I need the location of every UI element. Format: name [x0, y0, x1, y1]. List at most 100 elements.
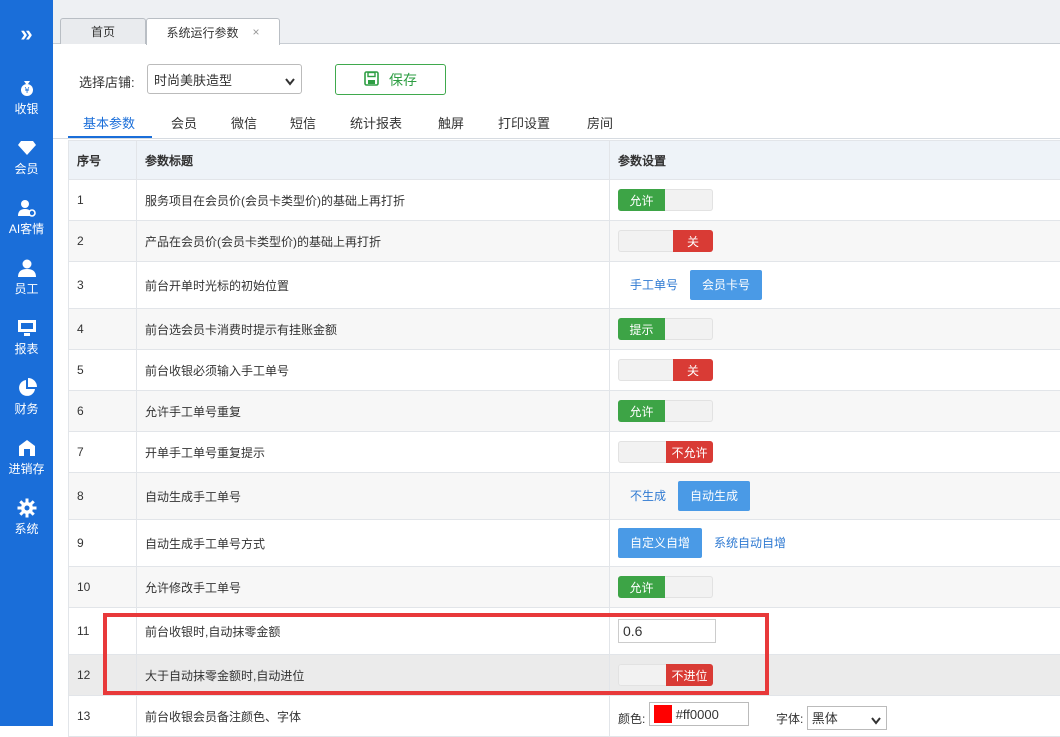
row-setting: 手工单号 会员卡号 — [610, 262, 1060, 309]
close-icon[interactable]: × — [253, 25, 260, 39]
tab-wechat[interactable]: 微信 — [231, 113, 257, 132]
cashier-icon: ¥ — [17, 78, 37, 98]
toggle-on-label: 允许 — [618, 576, 665, 598]
sidebar-item-finance[interactable]: 财务 — [0, 367, 53, 427]
save-button-label: 保存 — [389, 70, 417, 90]
toggle-off-label: 关 — [673, 230, 713, 252]
row-setting: 不生成 自动生成 — [610, 473, 1060, 520]
table-row: 12 大于自动抹零金额时,自动进位 不进位 — [69, 655, 1060, 696]
row-title: 自动生成手工单号方式 — [137, 520, 610, 567]
segment-option[interactable]: 手工单号 — [618, 270, 690, 300]
toggle-switch[interactable]: 提示 — [618, 318, 713, 340]
row-setting: 允许 — [610, 567, 1060, 608]
tab-label: 系统运行参数 — [166, 24, 238, 41]
round-off-amount-input[interactable] — [618, 619, 716, 643]
tab-print-settings[interactable]: 打印设置 — [498, 113, 550, 132]
segment-option[interactable]: 不生成 — [618, 481, 678, 511]
row-title: 自动生成手工单号 — [137, 473, 610, 520]
table-row: 9 自动生成手工单号方式 自定义自增 系统自动自增 — [69, 520, 1060, 567]
sidebar-item-member[interactable]: 会员 — [0, 127, 53, 187]
sidebar-expand-toggle[interactable]: » — [0, 0, 53, 67]
save-icon — [364, 71, 389, 89]
row-title: 允许手工单号重复 — [137, 391, 610, 432]
toggle-switch[interactable]: 允许 — [618, 576, 713, 598]
save-button[interactable]: 保存 — [335, 64, 446, 95]
tab-home[interactable]: 首页 — [60, 18, 146, 44]
pie-chart-icon — [17, 378, 37, 398]
toggle-switch[interactable]: 关 — [618, 359, 713, 381]
font-label: 字体: — [776, 712, 803, 726]
tab-sms[interactable]: 短信 — [290, 113, 316, 132]
row-setting: 关 — [610, 350, 1060, 391]
store-select-label: 选择店铺: — [79, 72, 135, 91]
row-no: 1 — [69, 180, 137, 221]
store-select-value: 时尚美肤造型 — [154, 70, 232, 89]
toggle-on-label: 允许 — [618, 400, 665, 422]
toggle-on-label: 提示 — [618, 318, 665, 340]
double-chevron-right-icon: » — [20, 21, 32, 47]
row-no: 10 — [69, 567, 137, 608]
table-row: 11 前台收银时,自动抹零金额 — [69, 608, 1060, 655]
row-setting: 颜色: #ff0000 字体: 黑体 — [610, 696, 1060, 737]
toggle-switch[interactable]: 关 — [618, 230, 713, 252]
table-row: 4 前台选会员卡消费时提示有挂账金额 提示 — [69, 309, 1060, 350]
table-row: 6 允许手工单号重复 允许 — [69, 391, 1060, 432]
toggle-switch[interactable]: 允许 — [618, 189, 713, 211]
sidebar-item-report[interactable]: 报表 — [0, 307, 53, 367]
toolbar: 选择店铺: 时尚美肤造型 保存 — [53, 44, 1060, 104]
tab-statistics[interactable]: 统计报表 — [350, 113, 402, 132]
toggle-switch[interactable]: 不进位 — [618, 664, 713, 686]
employee-icon — [17, 258, 37, 278]
segment-option-selected[interactable]: 会员卡号 — [690, 270, 762, 300]
row-setting: 提示 — [610, 309, 1060, 350]
sidebar-item-label: 财务 — [14, 400, 38, 417]
tab-system-params[interactable]: 系统运行参数 × — [146, 18, 280, 45]
row-title: 大于自动抹零金额时,自动进位 — [137, 655, 610, 696]
sidebar-item-label: 报表 — [14, 340, 38, 357]
tab-basic-params[interactable]: 基本参数 — [83, 113, 135, 132]
row-setting: 不允许 — [610, 432, 1060, 473]
table-row: 7 开单手工单号重复提示 不允许 — [69, 432, 1060, 473]
segment-option-selected[interactable]: 自动生成 — [678, 481, 750, 511]
column-header-no: 序号 — [69, 141, 137, 180]
table-row: 1 服务项目在会员价(会员卡类型价)的基础上再打折 允许 — [69, 180, 1060, 221]
row-setting: 不进位 — [610, 655, 1060, 696]
segment-option-selected[interactable]: 自定义自增 — [618, 528, 702, 558]
row-title: 前台收银时,自动抹零金额 — [137, 608, 610, 655]
sidebar-item-ai-customer[interactable]: AI客情 — [0, 187, 53, 247]
table-row: 3 前台开单时光标的初始位置 手工单号 会员卡号 — [69, 262, 1060, 309]
params-table: 序号 参数标题 参数设置 1 服务项目在会员价(会员卡类型价)的基础上再打折 允… — [68, 140, 1060, 737]
tab-member[interactable]: 会员 — [171, 113, 197, 132]
gear-icon — [17, 498, 37, 518]
sidebar-item-employee[interactable]: 员工 — [0, 247, 53, 307]
store-select[interactable]: 时尚美肤造型 — [147, 64, 302, 94]
row-title: 产品在会员价(会员卡类型价)的基础上再打折 — [137, 221, 610, 262]
row-setting: 允许 — [610, 180, 1060, 221]
sidebar-item-cashier[interactable]: ¥ 收银 — [0, 67, 53, 127]
sidebar-item-inventory[interactable]: 进销存 — [0, 427, 53, 487]
font-select[interactable]: 黑体 — [807, 706, 887, 730]
chevron-down-icon — [285, 74, 295, 89]
toggle-switch[interactable]: 允许 — [618, 400, 713, 422]
tab-touchscreen[interactable]: 触屏 — [438, 113, 464, 132]
row-title: 允许修改手工单号 — [137, 567, 610, 608]
ai-customer-icon — [17, 198, 37, 218]
row-title: 前台收银会员备注颜色、字体 — [137, 696, 610, 737]
page-tab-bar: 首页 系统运行参数 × — [53, 0, 1060, 44]
toggle-switch[interactable]: 不允许 — [618, 441, 713, 463]
color-value: #ff0000 — [676, 707, 719, 722]
row-no: 3 — [69, 262, 137, 309]
tab-room[interactable]: 房间 — [587, 113, 613, 132]
sidebar-item-label: 收银 — [14, 100, 38, 117]
toggle-on-label: 允许 — [618, 189, 665, 211]
sidebar-item-system[interactable]: 系统 — [0, 487, 53, 547]
sidebar-item-label: AI客情 — [9, 220, 44, 237]
row-title: 开单手工单号重复提示 — [137, 432, 610, 473]
color-picker[interactable]: #ff0000 — [649, 702, 749, 726]
font-select-value: 黑体 — [812, 708, 838, 727]
diamond-icon — [17, 138, 37, 158]
warehouse-icon — [17, 438, 37, 458]
segment-option[interactable]: 系统自动自增 — [702, 528, 798, 558]
segmented-control: 自定义自增 系统自动自增 — [618, 528, 798, 558]
row-no: 12 — [69, 655, 137, 696]
